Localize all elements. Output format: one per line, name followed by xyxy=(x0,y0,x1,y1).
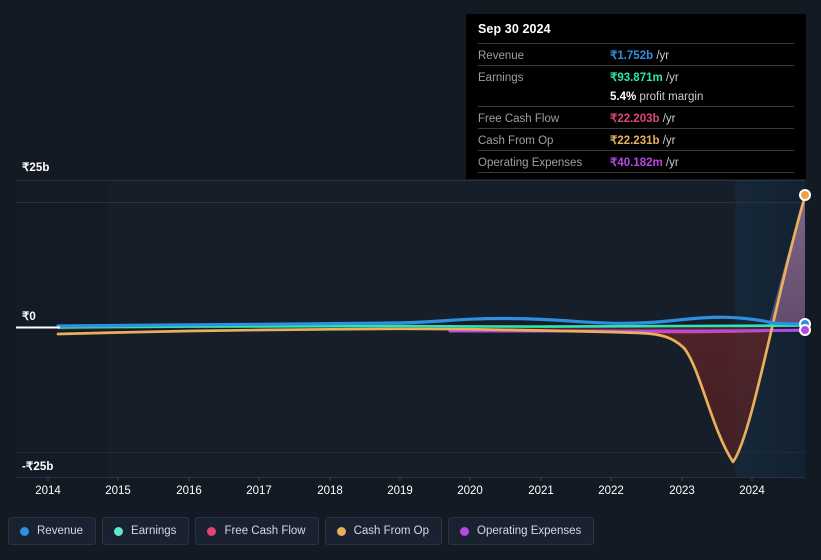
legend-item-cash-from-op[interactable]: Cash From Op xyxy=(324,517,443,545)
tooltip-amount-free-cash-flow: ₹22.203b xyxy=(610,113,660,125)
tooltip-value-profit-margin: 5.4% profit margin xyxy=(610,87,794,107)
legend-label-revenue: Revenue xyxy=(37,525,84,537)
tooltip-key-profit-margin xyxy=(478,87,610,107)
x-axis-label-2023: 2023 xyxy=(669,485,695,497)
tooltip-value-free-cash-flow: ₹22.203b /yr xyxy=(610,106,794,129)
legend-item-free-cash-flow[interactable]: Free Cash Flow xyxy=(195,517,319,545)
tooltip-value-earnings: ₹93.871m /yr xyxy=(610,65,794,87)
tooltip-unit-profit-margin: profit margin xyxy=(639,91,704,103)
tooltip-key-operating-expenses: Operating Expenses xyxy=(478,150,610,173)
tooltip-amount-operating-expenses: ₹40.182m xyxy=(610,157,663,169)
endpoint-cash-from-op xyxy=(799,189,811,201)
tooltip-key-revenue: Revenue xyxy=(478,43,610,66)
financial-chart: ₹25b ₹0 -₹25b 2014 2015 2016 2017 2018 2… xyxy=(0,0,821,560)
tooltip-table: Revenue ₹1.752b /yr Earnings ₹93.871m /y… xyxy=(478,43,794,173)
tooltip-amount-profit-margin: 5.4% xyxy=(610,91,637,103)
legend-label-operating-expenses: Operating Expenses xyxy=(477,525,582,537)
legend-dot-free-cash-flow-icon xyxy=(207,526,217,536)
tooltip-row-operating-expenses: Operating Expenses ₹40.182m /yr xyxy=(478,150,794,173)
y-axis-label-mid: ₹0 xyxy=(22,311,36,323)
chart-legend: Revenue Earnings Free Cash Flow Cash Fro… xyxy=(8,517,595,545)
legend-item-earnings[interactable]: Earnings xyxy=(102,517,190,545)
tooltip-unit-revenue: /yr xyxy=(656,50,670,62)
x-axis-label-2017: 2017 xyxy=(246,485,272,497)
tooltip-amount-earnings: ₹93.871m xyxy=(610,72,663,84)
x-axis-label-2022: 2022 xyxy=(598,485,624,497)
legend-label-free-cash-flow: Free Cash Flow xyxy=(224,525,306,537)
tooltip-row-earnings: Earnings ₹93.871m /yr xyxy=(478,65,794,87)
x-axis-label-2018: 2018 xyxy=(317,485,343,497)
legend-label-earnings: Earnings xyxy=(131,525,177,537)
x-axis-label-2019: 2019 xyxy=(387,485,413,497)
tooltip-unit-cash-from-op: /yr xyxy=(662,135,676,147)
x-axis-label-2014: 2014 xyxy=(35,485,61,497)
x-axis-label-2016: 2016 xyxy=(176,485,202,497)
legend-dot-earnings-icon xyxy=(114,526,124,536)
endpoint-operating-expenses xyxy=(799,324,811,336)
tooltip-unit-earnings: /yr xyxy=(665,72,679,84)
tooltip-key-free-cash-flow: Free Cash Flow xyxy=(478,106,610,129)
tooltip-row-revenue: Revenue ₹1.752b /yr xyxy=(478,43,794,66)
tooltip-amount-revenue: ₹1.752b xyxy=(610,50,654,62)
tooltip-date: Sep 30 2024 xyxy=(478,22,551,36)
legend-label-cash-from-op: Cash From Op xyxy=(353,525,430,537)
legend-dot-revenue-icon xyxy=(20,526,29,536)
tooltip-row-free-cash-flow: Free Cash Flow ₹22.203b /yr xyxy=(478,106,794,129)
x-axis-label-2015: 2015 xyxy=(105,485,131,497)
legend-item-revenue[interactable]: Revenue xyxy=(8,517,97,545)
tooltip-amount-cash-from-op: ₹22.231b xyxy=(610,135,660,147)
x-axis-label-2024: 2024 xyxy=(739,485,765,497)
tooltip-row-profit-margin: 5.4% profit margin xyxy=(478,87,794,107)
tooltip-unit-operating-expenses: /yr xyxy=(665,157,679,169)
tooltip-unit-free-cash-flow: /yr xyxy=(662,113,676,125)
tooltip-value-cash-from-op: ₹22.231b /yr xyxy=(610,128,794,151)
tooltip-key-earnings: Earnings xyxy=(478,65,610,87)
legend-dot-operating-expenses-icon xyxy=(460,526,470,536)
tooltip-key-cash-from-op: Cash From Op xyxy=(478,128,610,151)
tooltip-value-operating-expenses: ₹40.182m /yr xyxy=(610,150,794,173)
legend-dot-cash-from-op-icon xyxy=(336,526,346,536)
y-axis-label-bottom: -₹25b xyxy=(22,461,54,473)
x-axis-label-2021: 2021 xyxy=(528,485,554,497)
tooltip-value-revenue: ₹1.752b /yr xyxy=(610,43,794,66)
tooltip-row-cash-from-op: Cash From Op ₹22.231b /yr xyxy=(478,128,794,151)
legend-item-operating-expenses[interactable]: Operating Expenses xyxy=(448,517,595,545)
x-axis-label-2020: 2020 xyxy=(457,485,483,497)
y-axis-label-top: ₹25b xyxy=(22,162,50,174)
chart-tooltip: Sep 30 2024 Revenue ₹1.752b /yr Earnings… xyxy=(466,14,806,179)
